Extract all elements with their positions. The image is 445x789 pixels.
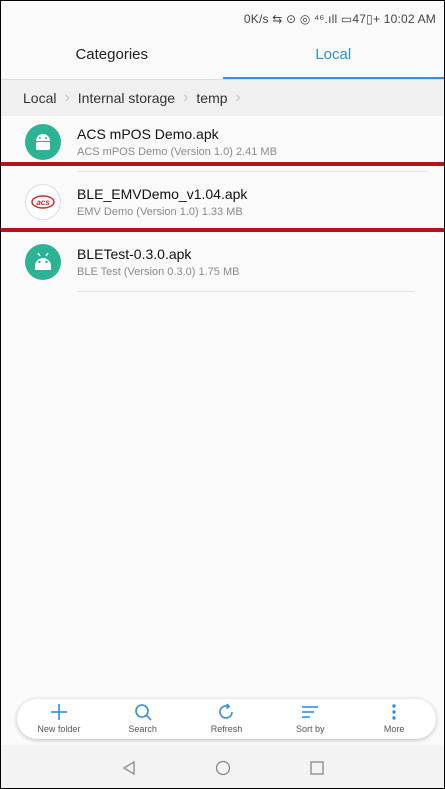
file-name: BLETest-0.3.0.apk — [77, 246, 192, 262]
navigation-bar — [1, 745, 444, 788]
chevron-right-icon: › — [183, 89, 189, 106]
back-icon[interactable] — [117, 756, 141, 780]
status-bar: 0K/s ⇆ ⊙ ◎ ⁴⁶.ıll ▭47▯+ 10:02 AM — [1, 1, 444, 35]
tab-categories[interactable]: Categories — [1, 35, 223, 79]
acs-logo-icon: acs — [25, 184, 61, 220]
file-name: BLE_EMVDemo_v1.04.apk — [77, 186, 248, 202]
bottom-toolbar: New folder Search Refresh Sort by More — [17, 699, 436, 739]
search-button[interactable]: Search — [101, 699, 185, 739]
tab-bar: Categories Local — [1, 35, 444, 79]
android-icon — [25, 244, 61, 280]
file-meta: BLE Test (Version 0.3.0) 1.75 MB — [77, 266, 240, 278]
breadcrumb-local[interactable]: Local — [23, 90, 56, 106]
file-item-bletest[interactable]: BLETest-0.3.0.apk BLE Test (Version 0.3.… — [1, 236, 444, 292]
file-meta: ACS mPOS Demo (Version 1.0) 2.41 MB — [77, 146, 277, 158]
breadcrumb-internal-storage[interactable]: Internal storage — [78, 90, 175, 106]
status-bar-text: 0K/s ⇆ ⊙ ◎ ⁴⁶.ıll ▭47▯+ 10:02 AM — [243, 12, 436, 26]
new-folder-label: New folder — [37, 724, 81, 734]
refresh-icon — [185, 701, 269, 723]
breadcrumb-temp[interactable]: temp — [196, 90, 227, 106]
file-name: ACS mPOS Demo.apk — [77, 126, 219, 142]
home-icon[interactable] — [211, 756, 235, 780]
refresh-button[interactable]: Refresh — [185, 699, 269, 739]
divider — [77, 291, 414, 292]
plus-icon — [17, 701, 101, 723]
more-button[interactable]: More — [352, 699, 436, 739]
highlight-line-top — [1, 162, 444, 166]
file-list: ACS mPOS Demo.apk ACS mPOS Demo (Version… — [1, 116, 444, 292]
more-label: More — [383, 724, 405, 734]
highlight-line-bottom — [1, 228, 444, 232]
sort-by-label: Sort by — [296, 724, 325, 734]
recent-apps-icon[interactable] — [305, 756, 329, 780]
sort-by-button[interactable]: Sort by — [268, 699, 352, 739]
breadcrumb: Local › Internal storage › temp › — [1, 80, 444, 116]
more-vertical-icon — [352, 701, 436, 723]
chevron-right-icon: › — [235, 89, 241, 106]
search-icon — [101, 701, 185, 723]
svg-text:acs: acs — [36, 198, 50, 207]
sort-icon — [268, 701, 352, 723]
file-item-ble-emvdemo[interactable]: acs BLE_EMVDemo_v1.04.apk EMV Demo (Vers… — [1, 176, 444, 232]
chevron-right-icon: › — [64, 89, 70, 106]
file-meta: EMV Demo (Version 1.0) 1.33 MB — [77, 206, 243, 218]
android-icon — [25, 124, 61, 160]
divider — [77, 171, 428, 172]
refresh-label: Refresh — [210, 724, 243, 734]
search-label: Search — [128, 724, 157, 734]
phone-screen: 0K/s ⇆ ⊙ ◎ ⁴⁶.ıll ▭47▯+ 10:02 AM Categor… — [0, 0, 445, 789]
new-folder-button[interactable]: New folder — [17, 699, 101, 739]
tab-local[interactable]: Local — [222, 35, 445, 79]
